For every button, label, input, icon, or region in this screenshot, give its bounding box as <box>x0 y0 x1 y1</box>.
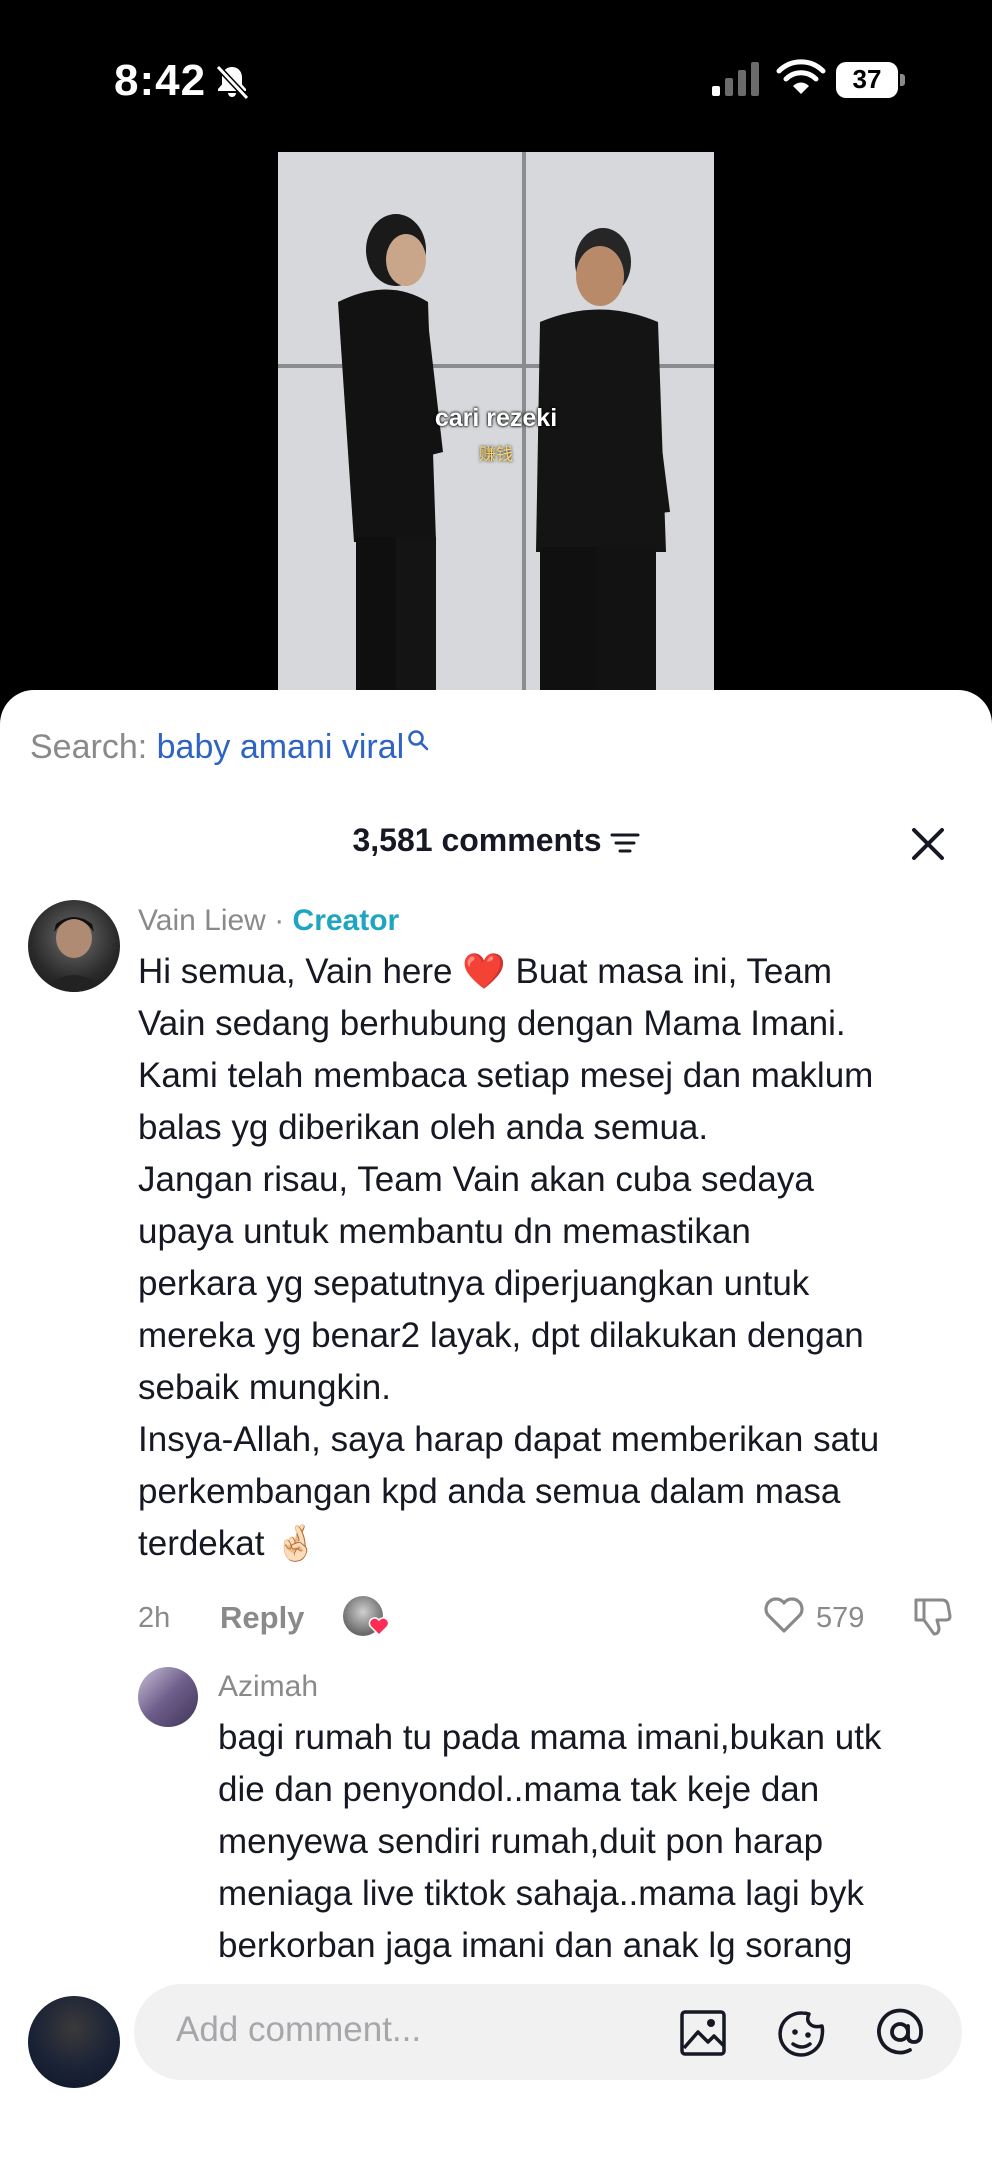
reply-text: bagi rumah tu pada mama imani,bukan utk … <box>218 1712 978 1972</box>
heart-filled-icon <box>368 1617 390 1636</box>
comment-text: Hi semua, Vain here ❤️ Buat masa ini, Te… <box>138 946 968 1570</box>
comment-line: bagi rumah tu pada mama imani,bukan utk <box>218 1718 882 1757</box>
comment-line: perkembangan kpd anda semua dalam masa <box>138 1472 841 1511</box>
comment-age: 2h <box>138 1602 171 1634</box>
reply-author[interactable]: Azimah <box>218 1670 318 1704</box>
comment-line: perkara yg sepatutnya diperjuangkan untu… <box>138 1264 810 1303</box>
thumbs-down-icon[interactable] <box>910 1594 954 1638</box>
search-term-link[interactable]: baby amani viral <box>157 728 405 766</box>
avatar[interactable] <box>138 1667 198 1727</box>
heart-outline-icon[interactable] <box>762 1594 806 1636</box>
close-icon[interactable] <box>906 822 950 866</box>
add-comment-input[interactable]: Add comment... <box>134 1984 962 2080</box>
comment-line: Kami telah membaca setiap mesej dan makl… <box>138 1056 874 1095</box>
comment-line: Insya-Allah, saya harap dapat memberikan… <box>138 1420 880 1459</box>
status-time: 8:42 <box>114 56 207 105</box>
comment-line: die dan penyondol..mama tak keje dan <box>218 1770 820 1809</box>
separator-dot: · <box>265 904 293 937</box>
comment-actions: 2h Reply 579 <box>138 1590 968 1650</box>
comment-line: Vain sedang berhubung dengan Mama Imani. <box>138 1004 846 1043</box>
reply-button[interactable]: Reply <box>220 1600 304 1636</box>
mention-at-icon[interactable] <box>874 2006 926 2058</box>
add-comment-placeholder: Add comment... <box>176 2010 422 2049</box>
cellular-signal-icon <box>712 62 759 96</box>
video-caption-translation: 赚钱 <box>479 445 513 464</box>
bell-slash-icon <box>215 64 250 101</box>
battery-icon: 37 <box>836 62 906 98</box>
comment-line: menyewa sendiri rumah,duit pon harap <box>218 1822 824 1861</box>
comment-line: Hi semua, Vain here ❤️ Buat masa ini, Te… <box>138 952 832 991</box>
avatar[interactable] <box>28 900 120 992</box>
search-icon <box>408 730 429 751</box>
video-caption: cari rezeki <box>434 404 558 432</box>
comments-header: 3,581 comments <box>0 822 992 859</box>
wifi-icon <box>776 59 826 94</box>
sort-filter-icon[interactable] <box>610 831 640 855</box>
battery-level: 37 <box>852 64 882 94</box>
creator-badge: Creator <box>292 904 400 937</box>
like-count: 579 <box>816 1602 865 1634</box>
comment-line: upaya untuk membantu dn memastikan <box>138 1212 751 1251</box>
comment-line: terdekat 🤞🏻 <box>138 1524 318 1563</box>
comment-line: sebaik mungkin. <box>138 1368 391 1407</box>
comment-line: balas yg diberikan oleh anda semua. <box>138 1108 709 1147</box>
comment-line: mereka yg benar2 layak, dpt dilakukan de… <box>138 1316 864 1355</box>
comments-sheet: Search: baby amani viral 3,581 comments … <box>0 690 992 2160</box>
comment-line: Jangan risau, Team Vain akan cuba sedaya <box>138 1160 814 1199</box>
search-suggestion[interactable]: Search: baby amani viral <box>30 728 430 767</box>
comment-line: berkorban jaga imani dan anak lg sorang <box>218 1926 853 1965</box>
image-icon[interactable] <box>678 2008 728 2058</box>
comments-count: 3,581 comments <box>352 822 602 858</box>
my-avatar[interactable] <box>28 1996 120 2088</box>
emoji-sticker-icon[interactable] <box>776 2008 828 2060</box>
video-preview[interactable]: cari rezeki 赚钱 <box>278 152 714 692</box>
comment-composer: Add comment... <box>0 1980 992 2160</box>
author-name: Vain Liew <box>138 904 266 937</box>
search-label: Search: <box>30 728 148 766</box>
comment-line: meniaga live tiktok sahaja..mama lagi by… <box>218 1874 864 1913</box>
comment-author[interactable]: Vain Liew · Creator <box>138 904 399 938</box>
status-bar: 8:42 37 <box>0 0 992 150</box>
